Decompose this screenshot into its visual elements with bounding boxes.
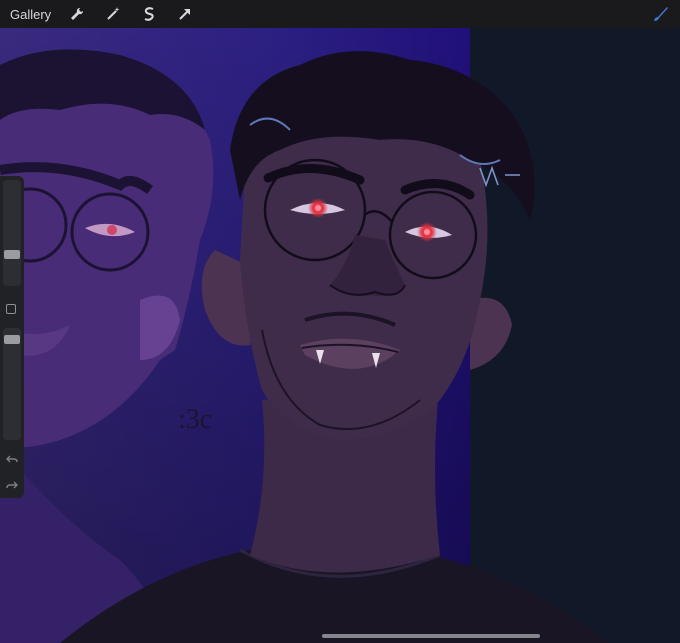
- redo-button[interactable]: [5, 478, 19, 492]
- side-toolbar: [0, 176, 24, 498]
- brush-size-thumb[interactable]: [4, 249, 20, 259]
- top-toolbar: Gallery: [0, 0, 680, 28]
- modify-button[interactable]: [6, 304, 16, 314]
- doodle-text: :3c: [178, 404, 212, 435]
- undo-button[interactable]: [5, 452, 19, 466]
- drawing-canvas[interactable]: :3c: [0, 0, 680, 643]
- brush-icon[interactable]: [650, 3, 672, 25]
- gallery-button[interactable]: Gallery: [10, 7, 51, 22]
- selection-s-icon[interactable]: [137, 2, 161, 26]
- transform-arrow-icon[interactable]: [173, 2, 197, 26]
- magic-wand-icon[interactable]: [101, 2, 125, 26]
- wrench-icon[interactable]: [65, 2, 89, 26]
- opacity-slider[interactable]: [3, 328, 21, 440]
- home-indicator[interactable]: [322, 634, 540, 638]
- brush-size-slider[interactable]: [3, 180, 21, 286]
- opacity-thumb[interactable]: [4, 335, 20, 345]
